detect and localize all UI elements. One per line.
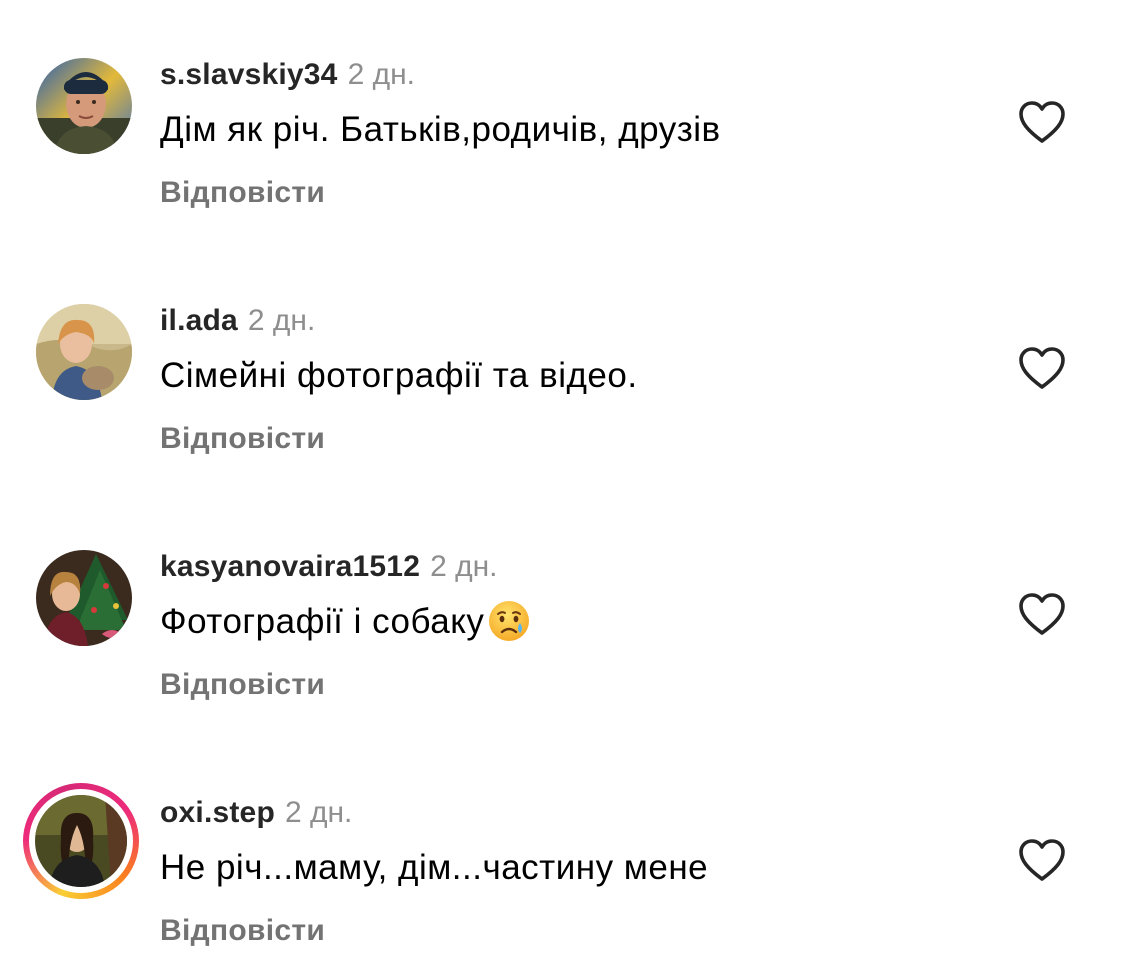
timestamp: 2 дн. [347, 58, 416, 91]
story-ring-gap [29, 789, 133, 893]
username[interactable]: kasyanovaira1512 [160, 550, 420, 583]
username[interactable]: il.ada [160, 304, 238, 337]
heart-icon[interactable] [1017, 837, 1067, 883]
avatar[interactable] [36, 304, 132, 400]
comment-item: s.slavskiy34 2 дн. Дім як річ. Батьків,ро… [0, 0, 1125, 220]
timestamp: 2 дн. [247, 304, 316, 337]
comment-meta: s.slavskiy34 2 дн. [160, 55, 415, 95]
avatar[interactable] [36, 58, 132, 154]
heart-icon[interactable] [1017, 99, 1067, 145]
avatar[interactable] [36, 550, 132, 646]
comment-meta: kasyanovaira1512 2 дн. [160, 547, 498, 587]
comment-item: oxi.step 2 дн. Не річ...маму, дім...части… [0, 738, 1125, 958]
avatar-story-ring[interactable] [23, 783, 139, 899]
reply-button[interactable]: Відповісти [160, 173, 325, 213]
comment-meta: il.ada 2 дн. [160, 301, 315, 341]
avatar-image [36, 304, 132, 400]
comment-text: Не річ...маму, дім...частину мене [160, 848, 709, 887]
crying-face-emoji-icon [487, 599, 531, 643]
comment-text-content: Фотографії і собаку [160, 602, 485, 641]
avatar-image [36, 58, 132, 154]
comment-item: kasyanovaira1512 2 дн. Фотографії і собак… [0, 492, 1125, 712]
comment-meta: oxi.step 2 дн. [160, 793, 352, 833]
comment-text: Сімейні фотографії та відео. [160, 356, 638, 395]
heart-icon[interactable] [1017, 591, 1067, 637]
heart-icon[interactable] [1017, 345, 1067, 391]
reply-button[interactable]: Відповісти [160, 665, 325, 705]
timestamp: 2 дн. [284, 796, 353, 829]
username[interactable]: oxi.step [160, 796, 275, 829]
comment-text: Фотографії і собаку [160, 598, 531, 646]
username[interactable]: s.slavskiy34 [160, 58, 338, 91]
avatar-image [35, 795, 127, 887]
reply-button[interactable]: Відповісти [160, 419, 325, 459]
comment-text: Дім як річ. Батьків,родичів, друзів [160, 110, 721, 149]
comment-item: il.ada 2 дн. Сімейні фотографії та відео.… [0, 246, 1125, 466]
avatar-image [36, 550, 132, 646]
timestamp: 2 дн. [430, 550, 498, 583]
reply-button[interactable]: Відповісти [160, 911, 325, 951]
